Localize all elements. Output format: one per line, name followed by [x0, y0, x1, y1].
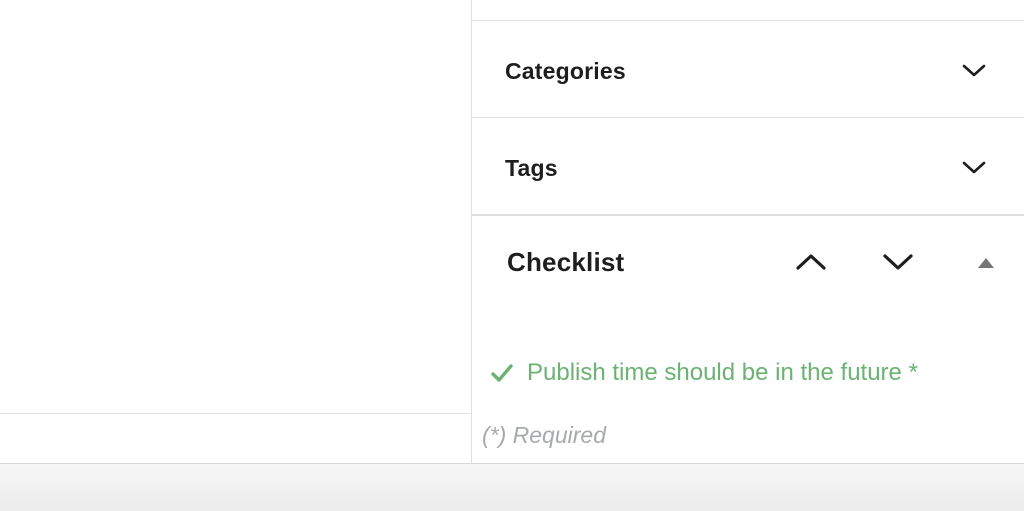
chevron-up-icon[interactable]	[794, 249, 828, 275]
editor-footer	[0, 413, 471, 464]
editor-canvas[interactable]	[0, 0, 471, 413]
checklist-item-label: Publish time should be in the future *	[527, 359, 918, 386]
categories-panel[interactable]: Categories	[472, 21, 1024, 118]
chevron-down-icon[interactable]	[961, 156, 987, 178]
checkmark-icon	[491, 364, 513, 382]
previous-panel-edge	[472, 0, 1024, 21]
checklist-title: Checklist	[507, 247, 625, 277]
tags-panel[interactable]: Tags	[472, 118, 1024, 216]
tags-panel-title: Tags	[505, 155, 558, 181]
checklist-item: Publish time should be in the future *	[490, 357, 918, 389]
browser-bottom-bar	[0, 463, 1024, 511]
settings-sidebar: Categories Tags Checklist Publish time s…	[471, 0, 1024, 463]
required-note: (*) Required	[482, 422, 606, 448]
triangle-up-icon[interactable]	[975, 249, 997, 275]
chevron-down-icon[interactable]	[961, 59, 987, 81]
chevron-down-icon[interactable]	[881, 249, 915, 275]
categories-panel-title: Categories	[505, 58, 626, 84]
checklist-panel: Checklist Publish time should be in the …	[472, 216, 1024, 463]
